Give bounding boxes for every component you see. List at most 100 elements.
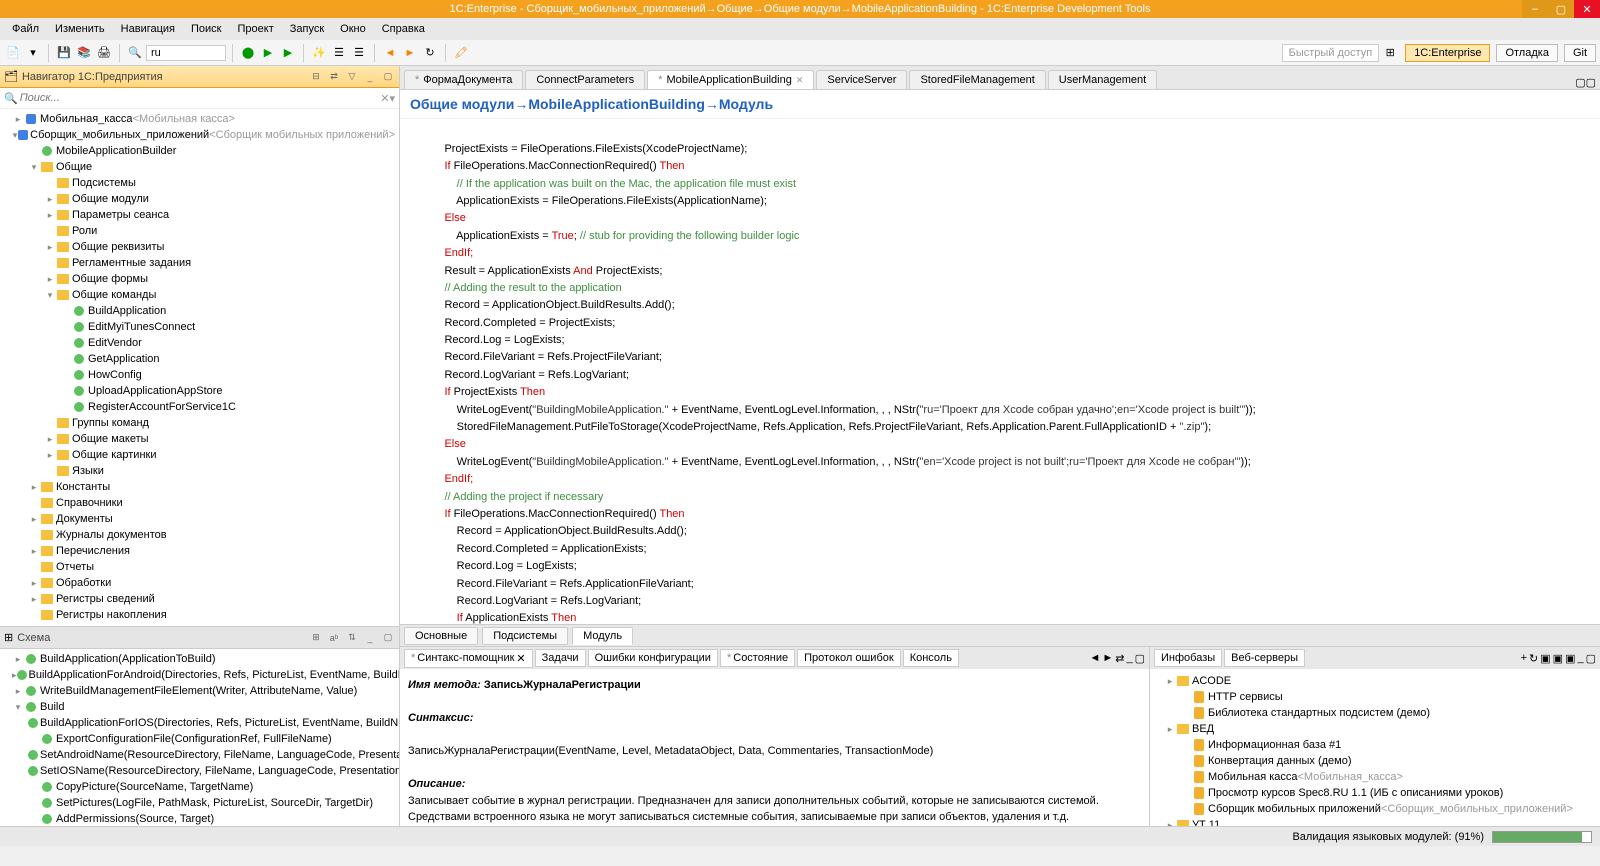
back-icon[interactable]: ◄ [1089, 652, 1100, 664]
perspective-git[interactable]: Git [1564, 44, 1596, 62]
link-icon[interactable]: ⇄ [327, 70, 341, 84]
expand-icon[interactable]: ▸ [44, 210, 56, 221]
tree-item[interactable]: ▸Документы [0, 511, 399, 527]
search-input[interactable] [18, 90, 381, 106]
tree-item[interactable]: Роли [0, 223, 399, 239]
expand-icon[interactable]: ▸ [28, 546, 40, 557]
sort2-icon[interactable]: ⇅ [345, 631, 359, 645]
tree-item[interactable]: ▸Общие формы [0, 271, 399, 287]
tree-item[interactable]: ▸Константы [0, 479, 399, 495]
tree-item[interactable]: Подсистемы [0, 175, 399, 191]
tab-console[interactable]: Консоль [903, 649, 959, 667]
filter-icon[interactable]: ▽ [345, 70, 359, 84]
editor-tab[interactable]: StoredFileManagement [909, 70, 1045, 89]
min-icon[interactable]: _ [1577, 652, 1583, 664]
scheme-item[interactable]: AddPermissions(Source, Target) [0, 811, 399, 826]
scheme-item[interactable]: SetPictures(LogFile, PathMask, PictureLi… [0, 795, 399, 811]
tree-item[interactable]: ▸Регистры сведений [0, 591, 399, 607]
scheme-item[interactable]: ▾Build [0, 699, 399, 715]
menu-edit[interactable]: Изменить [47, 21, 113, 37]
menu-help[interactable]: Справка [374, 21, 433, 37]
tree-item[interactable]: ▸Перечисления [0, 543, 399, 559]
expand-icon[interactable]: ▸ [28, 594, 40, 605]
infobase-item[interactable]: Конвертация данных (демо) [1152, 753, 1598, 769]
perspective-icon[interactable]: ⊞ [1381, 44, 1399, 62]
infobase-item[interactable]: Библиотека стандартных подсистем (демо) [1152, 705, 1598, 721]
code-editor[interactable]: ProjectExists = FileOperations.FileExist… [400, 119, 1600, 624]
menu-file[interactable]: Файл [4, 21, 47, 37]
list2-icon[interactable]: ☰ [350, 44, 368, 62]
expand-icon[interactable]: ▸ [44, 434, 56, 445]
language-combo[interactable]: ru [146, 45, 226, 61]
expand-icon[interactable]: ▸ [28, 578, 40, 589]
save-all-button[interactable]: 📚 [75, 44, 93, 62]
tree-item[interactable]: MobileApplicationBuilder [0, 143, 399, 159]
tree-item[interactable]: Отчеты [0, 559, 399, 575]
tree-item[interactable]: Группы команд [0, 415, 399, 431]
dropdown-icon[interactable]: ▾ [389, 92, 395, 105]
min-icon[interactable]: _ [1126, 652, 1132, 664]
tree-item[interactable]: Справочники [0, 495, 399, 511]
scheme-item[interactable]: ▸BuildApplication(ApplicationToBuild) [0, 651, 399, 667]
highlighter-icon[interactable]: 🖍 [452, 44, 470, 62]
infobase-item[interactable]: Просмотр курсов Spec8.RU 1.1 (ИБ с описа… [1152, 785, 1598, 801]
infobase-item[interactable]: ▸ACODE [1152, 673, 1598, 689]
expand-icon[interactable]: ▸ [44, 194, 56, 205]
scheme-item[interactable]: ExportConfigurationFile(ConfigurationRef… [0, 731, 399, 747]
max-icon[interactable]: ▢ [381, 70, 395, 84]
editor-tab[interactable]: ConnectParameters [525, 70, 645, 89]
scheme-item[interactable]: SetIOSName(ResourceDirectory, FileName, … [0, 763, 399, 779]
expand-icon[interactable]: ▸ [44, 450, 56, 461]
tree-item[interactable]: Языки [0, 463, 399, 479]
tab-module[interactable]: Модуль [572, 627, 633, 645]
menu-run[interactable]: Запуск [282, 21, 332, 37]
print-button[interactable]: 🖨 [95, 44, 113, 62]
tree-item[interactable]: UploadApplicationAppStore [0, 383, 399, 399]
tool1-icon[interactable]: ▣ [1540, 652, 1550, 665]
minimize-button[interactable]: – [1522, 0, 1548, 18]
tab-infobases[interactable]: Инфобазы [1154, 649, 1222, 667]
infobase-item[interactable]: ▸УТ 11 [1152, 817, 1598, 826]
perspective-1c[interactable]: 1C:Enterprise [1405, 44, 1490, 62]
tab-main[interactable]: Основные [404, 627, 478, 645]
max-icon[interactable]: ▢ [1586, 652, 1596, 665]
tree-item[interactable]: ▸Общие реквизиты [0, 239, 399, 255]
tree-item[interactable]: HowConfig [0, 367, 399, 383]
dropdown-icon[interactable]: ▾ [24, 44, 42, 62]
min-icon[interactable]: _ [363, 631, 377, 645]
perspective-debug[interactable]: Отладка [1496, 44, 1557, 62]
expand-icon[interactable]: ▸ [28, 514, 40, 525]
forward-icon[interactable]: ► [1102, 652, 1113, 664]
add-icon[interactable]: + [1521, 652, 1527, 664]
editor-hdr-btn[interactable]: ▢ [1586, 76, 1596, 89]
search-icon[interactable]: 🔍 [126, 44, 144, 62]
quick-access[interactable]: Быстрый доступ [1282, 44, 1380, 62]
tree-item[interactable]: Регламентные задания [0, 255, 399, 271]
tab-syntax-helper[interactable]: *Синтакс-помощник ✕ [404, 649, 533, 668]
expand-icon[interactable]: ▾ [44, 290, 56, 301]
tree-item[interactable]: RegisterAccountForService1C [0, 399, 399, 415]
tree-item[interactable]: ▾Сборщик_мобильных_приложений <Сборщик м… [0, 127, 399, 143]
tree-item[interactable]: ▾Общие [0, 159, 399, 175]
max-icon[interactable]: ▢ [1135, 652, 1145, 665]
collapse-all-icon[interactable]: ⊟ [309, 70, 323, 84]
editor-tab[interactable]: *MobileApplicationBuilding ✕ [647, 70, 814, 89]
tab-error-protocol[interactable]: Протокол ошибок [797, 649, 901, 667]
tree-item[interactable]: EditMyiTunesConnect [0, 319, 399, 335]
max-icon[interactable]: ▢ [381, 631, 395, 645]
close-icon[interactable]: ✕ [796, 75, 804, 86]
tree-item[interactable]: ▸Общие картинки [0, 447, 399, 463]
save-button[interactable]: 💾 [55, 44, 73, 62]
forward-button[interactable]: ► [401, 44, 419, 62]
editor-tab[interactable]: UserManagement [1048, 70, 1157, 89]
expand-icon[interactable]: ▾ [28, 162, 40, 173]
tree-item[interactable]: ▸Параметры сеанса [0, 207, 399, 223]
expand-icon[interactable]: ▸ [28, 482, 40, 493]
expand-icon[interactable]: ▸ [12, 114, 24, 125]
editor-hdr-btn[interactable]: ▢ [1575, 76, 1585, 89]
tree-item[interactable]: ▸Общие модули [0, 191, 399, 207]
min-icon[interactable]: _ [363, 70, 377, 84]
link-icon[interactable]: ⇄ [1115, 652, 1124, 665]
tool2-icon[interactable]: ▣ [1553, 652, 1563, 665]
editor-tab[interactable]: ServiceServer [816, 70, 907, 89]
